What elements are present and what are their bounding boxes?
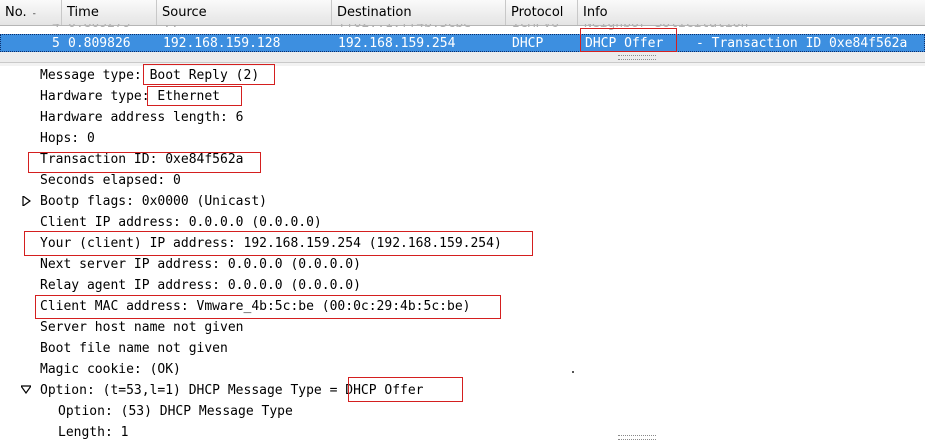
detail-option-53-length[interactable]: Length: 1	[58, 423, 128, 443]
detail-hops[interactable]: Hops: 0	[40, 129, 95, 149]
cell-info-rest: - Transaction ID 0xe84f562a	[696, 36, 908, 51]
detail-server-host-name[interactable]: Server host name not given	[40, 318, 244, 338]
detail-magic-cookie[interactable]: Magic cookie: (OK)	[40, 360, 181, 380]
pane-splitter-grip-icon[interactable]	[618, 435, 656, 440]
cell-destination: 192.168.159.254	[338, 36, 456, 51]
annotation-box-dhcp-offer	[580, 28, 677, 52]
detail-relay-agent-ip[interactable]: Relay agent IP address: 0.0.0.0 (0.0.0.0…	[40, 276, 361, 296]
column-header-time[interactable]: Time	[62, 0, 157, 25]
pane-splitter-grip-icon[interactable]	[618, 55, 656, 60]
expand-triangle-icon[interactable]	[21, 196, 31, 206]
packet-list[interactable]: No. - Time Source Destination Protocol In…	[0, 0, 925, 63]
cell-protocol: ICMPv6	[512, 24, 559, 33]
detail-seconds-elapsed[interactable]: Seconds elapsed: 0	[40, 171, 181, 191]
annotation-box-option-dhcp-offer	[348, 377, 463, 402]
cell-no: 4	[52, 24, 60, 33]
annotation-box-ethernet	[147, 86, 242, 106]
detail-next-server-ip[interactable]: Next server IP address: 0.0.0.0 (0.0.0.0…	[40, 255, 361, 275]
annotation-box-boot-reply	[143, 64, 275, 85]
horizontal-scrollbar[interactable]	[0, 52, 925, 63]
cell-source: ::	[163, 24, 179, 33]
sort-descending-icon: -	[32, 9, 36, 19]
cell-no: 5	[52, 36, 60, 51]
detail-option-53-type[interactable]: Option: (53) DHCP Message Type	[58, 402, 293, 422]
column-header-source[interactable]: Source	[157, 0, 332, 25]
detail-hardware-address-length[interactable]: Hardware address length: 6	[40, 108, 244, 128]
column-header-info[interactable]: Info	[578, 0, 925, 25]
cell-time: 0.809279	[68, 24, 131, 33]
cell-protocol: DHCP	[512, 36, 544, 51]
detail-client-ip[interactable]: Client IP address: 0.0.0.0 (0.0.0.0)	[40, 213, 322, 233]
packet-row-previous[interactable]: 4 0.809279 :: ff02::1:ff4b:5cbe ICMPv6 N…	[0, 24, 925, 34]
detail-bootp-flags[interactable]: Bootp flags: 0x0000 (Unicast)	[40, 192, 267, 212]
cell-time: 0.809826	[68, 36, 131, 51]
detail-boot-file-name[interactable]: Boot file name not given	[40, 339, 228, 359]
stray-dot	[572, 371, 574, 373]
collapse-triangle-icon[interactable]	[21, 384, 31, 394]
annotation-box-your-ip	[24, 231, 533, 256]
column-header-protocol[interactable]: Protocol	[506, 0, 578, 25]
cell-destination: ff02::1:ff4b:5cbe	[338, 24, 471, 33]
annotation-box-transaction-id	[28, 152, 261, 173]
annotation-box-client-mac	[35, 295, 501, 319]
column-header-no[interactable]: No. -	[0, 0, 62, 25]
cell-source: 192.168.159.128	[163, 36, 281, 51]
packet-row-selected[interactable]: 5 0.809826 192.168.159.128 192.168.159.2…	[0, 34, 925, 52]
packet-list-header: No. - Time Source Destination Protocol In…	[0, 0, 925, 26]
column-header-destination[interactable]: Destination	[332, 0, 506, 25]
